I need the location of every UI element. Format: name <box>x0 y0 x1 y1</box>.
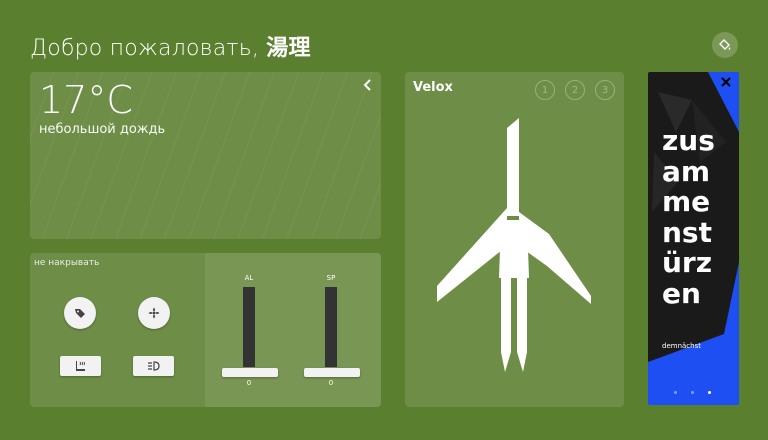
sliders-area: AL 0 SP 0 <box>205 253 381 407</box>
slider-al-thumb[interactable] <box>222 368 278 377</box>
velox-title: Velox <box>413 80 453 95</box>
weather-description: небольшой дождь <box>39 122 166 137</box>
slider-sp-track[interactable] <box>325 287 337 367</box>
theme-button[interactable] <box>712 32 738 58</box>
slider-label-sp: SP <box>326 274 336 282</box>
slider-label-al: AL <box>244 274 254 282</box>
ad-headline-line: en <box>662 276 701 310</box>
ad-headline-line: nst <box>662 215 712 249</box>
seat-heater-button[interactable] <box>60 356 101 376</box>
fan-icon <box>148 307 160 319</box>
slider-al-track[interactable] <box>243 287 255 367</box>
greeting-text: Добро пожаловать, <box>30 36 260 61</box>
temperature: 17°C <box>39 78 133 122</box>
ad-headline: zus am me nst ürz en <box>662 124 736 310</box>
tag-icon <box>75 309 85 318</box>
ad-page-dot[interactable] <box>674 391 677 394</box>
headlight-button[interactable] <box>133 356 174 376</box>
velox-panel: Velox 1 2 3 <box>405 72 624 407</box>
slider-value-sp: 0 <box>328 379 334 387</box>
slider-value-al: 0 <box>246 379 252 387</box>
paint-bucket-icon <box>719 39 731 50</box>
close-icon[interactable] <box>719 75 733 89</box>
ad-page-dot-active[interactable] <box>708 391 711 394</box>
ad-headline-line: me <box>662 185 711 218</box>
weather-panel: 17°C небольшой дождь <box>30 72 381 239</box>
chevron-left-icon[interactable] <box>361 78 375 92</box>
step-2[interactable]: 2 <box>565 80 585 100</box>
aircraft-icon <box>437 118 591 372</box>
ad-tagline: demnächst <box>662 342 701 350</box>
ad-headline-line: ürz <box>662 246 713 279</box>
ad-headline-line: am <box>662 154 711 188</box>
user-name: 湯理 <box>266 36 311 61</box>
headlight-icon <box>147 361 160 371</box>
ad-page-dots <box>674 391 711 394</box>
controls-buttons-area: не накрывать <box>30 253 205 407</box>
controls-panel: не накрывать AL 0 SP 0 <box>30 253 381 407</box>
seat-heater-icon <box>75 361 85 371</box>
tag-button[interactable] <box>64 297 96 329</box>
step-1[interactable]: 1 <box>535 80 555 100</box>
ad-headline-line: zus <box>662 124 715 157</box>
ad-page-dot[interactable] <box>691 391 694 394</box>
slider-sp-thumb[interactable] <box>304 368 360 377</box>
step-3[interactable]: 3 <box>595 80 615 100</box>
fan-button[interactable] <box>138 297 170 329</box>
welcome-greeting: Добро пожаловать, 湯理 <box>30 30 311 62</box>
do-not-cover-label: не накрывать <box>34 258 100 268</box>
advertisement[interactable]: zus am me nst ürz en demnächst <box>648 72 739 405</box>
